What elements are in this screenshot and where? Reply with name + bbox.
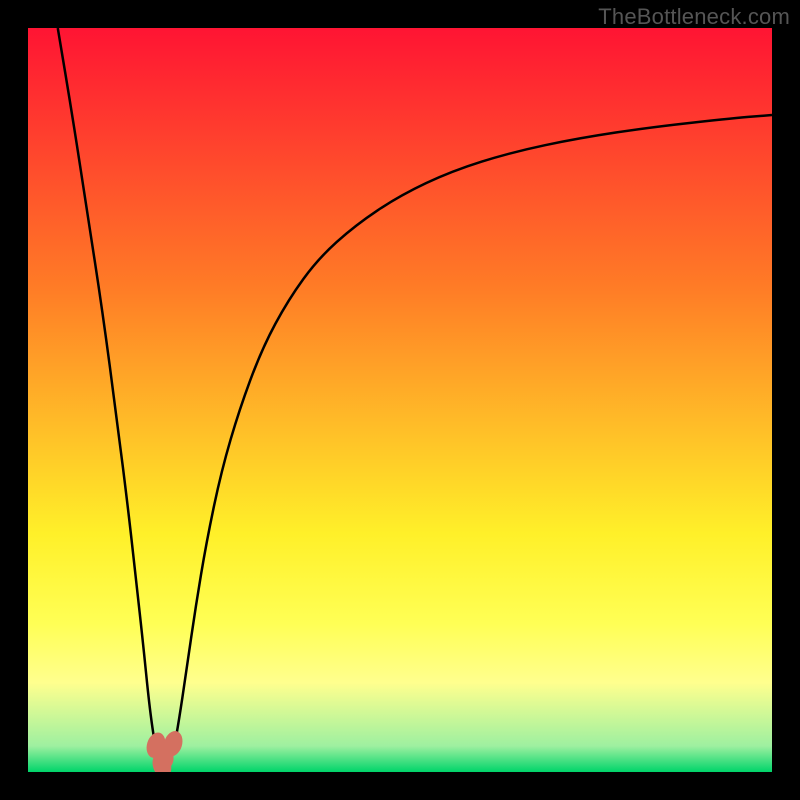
plot-area — [28, 28, 772, 772]
bottleneck-curve — [28, 28, 772, 772]
sweet-spot-markers — [144, 729, 186, 772]
curve-line — [58, 28, 772, 768]
chart-frame: TheBottleneck.com — [0, 0, 800, 800]
watermark-text: TheBottleneck.com — [598, 4, 790, 30]
